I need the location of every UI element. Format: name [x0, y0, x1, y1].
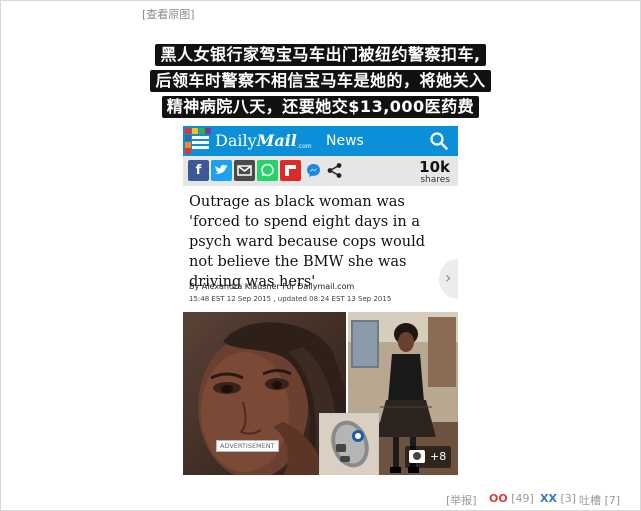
- caption-line-1: 黑人女银行家驾宝马车出门被纽约警察扣车,: [155, 44, 486, 66]
- section-news[interactable]: News: [326, 133, 364, 149]
- article-headline[interactable]: Outrage as black woman was 'forced to sp…: [189, 192, 451, 292]
- caption-line-2-row: 后领车时警察不相信宝马车是她的，将她关入: [0, 70, 641, 92]
- dailymail-header: DailyMail.com News: [183, 126, 458, 156]
- oo-label[interactable]: OO: [489, 492, 508, 505]
- share-count-number: 10k: [419, 158, 450, 176]
- caption-line-3-row: 精神病院八天，还要她交$13,000医药费: [0, 96, 641, 118]
- xx-count: [3]: [560, 492, 577, 505]
- share-count: 10k shares: [419, 159, 450, 185]
- email-icon[interactable]: [234, 160, 255, 181]
- xx-vote[interactable]: XX [3]: [540, 492, 576, 505]
- comments-link[interactable]: 吐槽 [7]: [579, 492, 620, 508]
- twitter-icon[interactable]: [211, 160, 232, 181]
- flipboard-icon[interactable]: [280, 160, 301, 181]
- oo-count: [49]: [511, 492, 534, 505]
- facebook-icon[interactable]: f: [188, 160, 209, 181]
- caption-line-1-row: 黑人女银行家驾宝马车出门被纽约警察扣车,: [0, 44, 641, 66]
- brand-bold: Mail: [256, 131, 297, 150]
- report-link[interactable]: [举报]: [446, 492, 477, 508]
- photo-gallery-count[interactable]: +8: [405, 446, 451, 468]
- article-screenshot[interactable]: DailyMail.com News f 10k shares Outrage …: [183, 126, 458, 475]
- view-original-link[interactable]: [查看原图]: [142, 6, 195, 22]
- advertisement-label: ADVERTISEMENT: [216, 440, 279, 452]
- brand-com: .com: [296, 143, 312, 150]
- oo-vote[interactable]: OO [49]: [489, 492, 534, 505]
- camera-icon: [409, 450, 425, 463]
- xx-label[interactable]: XX: [540, 492, 557, 505]
- chevron-right-icon: ›: [445, 268, 452, 287]
- article-byline: By Alexandra Klausner For Dailymail.com: [189, 282, 355, 291]
- share-bar: f 10k shares: [183, 156, 458, 186]
- dailymail-logo-icon: [185, 128, 211, 154]
- whatsapp-icon[interactable]: [257, 160, 278, 181]
- article-photo-bmw-key[interactable]: [319, 413, 379, 475]
- caption-line-2: 后领车时警察不相信宝马车是她的，将她关入: [150, 70, 491, 92]
- article-timestamp: 15:48 EST 12 Sep 2015 , updated 08:24 ES…: [189, 295, 392, 303]
- dailymail-brand[interactable]: DailyMail.com: [215, 131, 312, 150]
- share-icon[interactable]: [324, 160, 345, 181]
- photo-count-number: +8: [430, 450, 447, 463]
- brand-light: Daily: [215, 131, 257, 150]
- caption-line-3: 精神病院八天，还要她交$13,000医药费: [161, 96, 480, 118]
- share-count-label: shares: [420, 175, 450, 185]
- messenger-icon[interactable]: [303, 160, 324, 181]
- search-icon[interactable]: [429, 131, 449, 151]
